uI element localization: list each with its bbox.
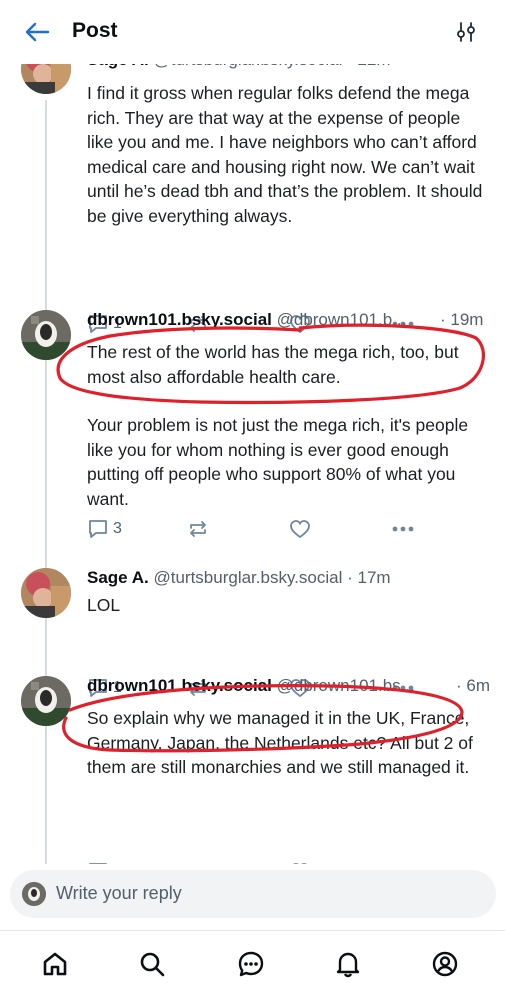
like-button[interactable] <box>289 517 311 541</box>
post-actions: 1 <box>87 860 417 864</box>
profile-icon[interactable] <box>428 947 462 981</box>
post-meta: dbrown101.bsky.social @dbrown101.bs... <box>87 676 489 696</box>
author-handle[interactable]: @dbrown101.bs... <box>277 676 415 695</box>
post-text: LOL <box>87 593 487 618</box>
page-title: Post <box>72 19 118 42</box>
heart-icon <box>290 520 310 539</box>
bell-icon[interactable] <box>331 947 365 981</box>
reply-count: 1 <box>113 863 122 864</box>
more-icon <box>392 526 414 532</box>
author-name[interactable]: dbrown101.bsky.social <box>87 676 272 695</box>
bottom-nav <box>0 931 505 1000</box>
author-name[interactable]: dbrown101.bsky.social <box>87 310 272 329</box>
reply-placeholder[interactable]: Write your reply <box>56 883 182 904</box>
reply-button[interactable]: 1 <box>87 860 122 864</box>
more-button[interactable] <box>392 517 414 541</box>
search-icon[interactable] <box>135 947 169 981</box>
post-text: So explain why we managed it in the UK, … <box>87 706 487 780</box>
reply-count: 3 <box>113 520 122 537</box>
thread-line <box>45 100 47 864</box>
post-text: I find it gross when regular folks defen… <box>87 81 487 229</box>
avatar <box>22 882 46 906</box>
post-meta: Sage A. @turtsburglar.bsky.social · 17m <box>87 568 489 588</box>
avatar[interactable] <box>21 568 71 618</box>
post-paragraph: So explain why we managed it in the UK, … <box>87 708 473 778</box>
reply-input-bar[interactable]: Write your reply <box>10 870 496 918</box>
heart-icon <box>292 863 308 864</box>
repost-icon <box>187 862 209 864</box>
post-meta: dbrown101.bsky.social @dbrown101.b... <box>87 310 489 330</box>
avatar[interactable] <box>21 310 71 360</box>
sliders-icon[interactable] <box>452 18 480 46</box>
repost-button[interactable] <box>187 860 209 864</box>
more-button[interactable] <box>392 860 414 864</box>
arrow-left-icon[interactable] <box>22 18 52 46</box>
chat-icon[interactable] <box>234 947 268 981</box>
avatar[interactable] <box>21 676 71 726</box>
reply-icon <box>89 520 107 538</box>
like-button[interactable] <box>289 860 311 864</box>
post-time: · 17m <box>347 568 391 587</box>
post-paragraph: I find it gross when regular folks defen… <box>87 83 483 226</box>
post-paragraph: Your problem is not just the mega rich, … <box>87 415 469 509</box>
author-handle[interactable]: @turtsburglar.bsky.social <box>153 568 342 587</box>
author-handle[interactable]: @dbrown101.b... <box>277 310 407 329</box>
post-time: · 19m <box>440 310 484 329</box>
thread: Sage A. @turtsburglar.bsky.social · 22m … <box>0 52 505 864</box>
top-bar: Post <box>0 0 505 64</box>
post-paragraph: The rest of the world has the mega rich,… <box>87 342 459 387</box>
author-name[interactable]: Sage A. <box>87 568 149 587</box>
post-text: The rest of the world has the mega rich,… <box>87 340 487 512</box>
repost-icon <box>190 521 206 537</box>
post-actions: 3 <box>87 517 417 541</box>
reply-icon <box>89 863 107 864</box>
post-paragraph: LOL <box>87 595 121 615</box>
reply-button[interactable]: 3 <box>87 517 122 541</box>
post-time: · 6m <box>456 676 490 695</box>
home-icon[interactable] <box>38 947 72 981</box>
repost-button[interactable] <box>187 517 209 541</box>
